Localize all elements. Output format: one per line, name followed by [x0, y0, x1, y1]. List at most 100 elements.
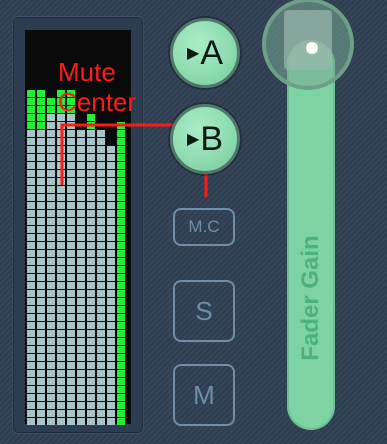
meter-segment	[47, 226, 55, 233]
mute-button[interactable]: M	[173, 364, 235, 426]
meter-segment	[77, 330, 85, 337]
meter-segment	[77, 234, 85, 241]
meter-segment	[87, 130, 95, 137]
meter-segment	[37, 330, 45, 337]
meter-segment	[107, 170, 115, 177]
meter-segment	[87, 170, 95, 177]
meter-segment	[67, 170, 75, 177]
meter-segment	[97, 338, 105, 345]
meter-segment	[67, 418, 75, 425]
meter-segment	[117, 218, 125, 225]
meter-segment	[77, 370, 85, 377]
meter-segment	[27, 162, 35, 169]
meter-segment	[107, 282, 115, 289]
select-a-label: A	[200, 33, 223, 72]
meter-segment	[67, 290, 75, 297]
select-a-button[interactable]: ▶ A	[170, 18, 240, 88]
meter-segment	[97, 146, 105, 153]
meter-segment	[117, 362, 125, 369]
meter-segment	[37, 410, 45, 417]
meter-segment	[77, 138, 85, 145]
meter-segment	[47, 106, 55, 113]
meter-segment	[27, 394, 35, 401]
meter-segment	[107, 338, 115, 345]
meter-segment	[67, 266, 75, 273]
meter-segment	[87, 298, 95, 305]
meter-segment	[57, 250, 65, 257]
meter-segment	[87, 138, 95, 145]
meter-segment	[117, 338, 125, 345]
meter-segment	[87, 258, 95, 265]
meter-segment	[57, 282, 65, 289]
meter-segment	[77, 258, 85, 265]
meter-segment	[77, 242, 85, 249]
meter-segment	[67, 250, 75, 257]
meter-segment	[27, 346, 35, 353]
meter-segment	[117, 146, 125, 153]
meter-segment	[47, 154, 55, 161]
meter-segment	[77, 202, 85, 209]
meter-segment	[117, 274, 125, 281]
meter-segment	[97, 314, 105, 321]
meter-segment	[117, 306, 125, 313]
meter-segment	[57, 194, 65, 201]
meter-segment	[57, 186, 65, 193]
meter-segment	[67, 346, 75, 353]
meter-segment	[47, 122, 55, 129]
meter-segment	[67, 298, 75, 305]
meter-segment	[47, 162, 55, 169]
meter-segment	[57, 290, 65, 297]
meter-segment	[27, 194, 35, 201]
meter-segment	[77, 154, 85, 161]
meter-segment	[47, 402, 55, 409]
meter-segment	[37, 314, 45, 321]
meter-segment	[47, 370, 55, 377]
meter-segment	[117, 202, 125, 209]
meter-segment	[47, 194, 55, 201]
meter-segment	[27, 354, 35, 361]
meter-segment	[87, 122, 95, 129]
meter-segment	[117, 402, 125, 409]
meter-segment	[97, 202, 105, 209]
meter-segment	[97, 282, 105, 289]
meter-segment	[37, 418, 45, 425]
meter-segment	[87, 146, 95, 153]
meter-segment	[57, 162, 65, 169]
meter-segment	[87, 370, 95, 377]
meter-segment	[107, 154, 115, 161]
meter-segment	[27, 202, 35, 209]
meter-segment	[117, 242, 125, 249]
meter-segment	[97, 394, 105, 401]
meter-segment	[97, 162, 105, 169]
meter-segment	[27, 362, 35, 369]
meter-segment	[67, 162, 75, 169]
meter-segment	[67, 186, 75, 193]
meter-segment	[37, 354, 45, 361]
meter-segment	[117, 330, 125, 337]
meter-segment	[37, 402, 45, 409]
solo-button[interactable]: S	[173, 280, 235, 342]
meter-segment	[37, 202, 45, 209]
meter-segment	[97, 410, 105, 417]
meter-segment	[47, 186, 55, 193]
meter-segment	[87, 202, 95, 209]
meter-segment	[107, 394, 115, 401]
meter-segment	[57, 298, 65, 305]
meter-segment	[27, 338, 35, 345]
meter-segment	[97, 170, 105, 177]
meter-segment	[97, 322, 105, 329]
meter-segment	[87, 306, 95, 313]
meter-segment	[107, 218, 115, 225]
meter-segment	[57, 178, 65, 185]
meter-segment	[117, 394, 125, 401]
mute-center-button[interactable]: M.C	[173, 208, 235, 246]
meter-segment	[117, 282, 125, 289]
meter-segment	[27, 138, 35, 145]
meter-segment	[87, 410, 95, 417]
fader-gain-label: Fader Gain	[297, 235, 324, 361]
select-b-button[interactable]: ▶ B	[170, 104, 240, 174]
meter-segment	[47, 242, 55, 249]
meter-segment	[57, 274, 65, 281]
fader-knob[interactable]	[262, 0, 354, 90]
meter-segment	[77, 410, 85, 417]
